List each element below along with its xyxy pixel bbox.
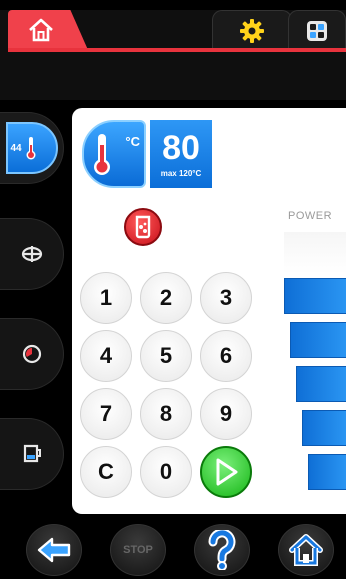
key-7[interactable]: 7: [80, 388, 132, 440]
power-level-bar: [296, 366, 346, 402]
stop-label: STOP: [123, 544, 153, 556]
key-2[interactable]: 2: [140, 272, 192, 324]
gear-icon: [240, 18, 264, 43]
settings-tab[interactable]: [212, 10, 292, 50]
back-arrow-icon: [37, 537, 71, 563]
thermometer-icon: [26, 137, 36, 160]
key-5[interactable]: 5: [140, 330, 192, 382]
play-icon: [216, 458, 238, 486]
cup-icon: [23, 444, 41, 463]
key-3[interactable]: 3: [200, 272, 252, 324]
start-button[interactable]: [200, 446, 252, 498]
apps-grid-icon: [307, 20, 327, 41]
stop-button[interactable]: STOP: [110, 524, 166, 576]
power-level-bar: [290, 322, 346, 358]
key-0[interactable]: 0: [140, 446, 192, 498]
heater-button[interactable]: [124, 208, 162, 246]
key-6[interactable]: 6: [200, 330, 252, 382]
sidebar-item-timer[interactable]: [0, 318, 64, 390]
key-clear[interactable]: C: [80, 446, 132, 498]
help-icon: [208, 530, 236, 570]
main-panel: °C 80 max 120°C 1 2 3 4 5 6 7 8 9 C 0 PO…: [72, 108, 346, 514]
help-button[interactable]: [194, 524, 250, 576]
power-level-bar: [308, 454, 346, 490]
key-4[interactable]: 4: [80, 330, 132, 382]
sidebar-item-container[interactable]: [0, 418, 64, 490]
temperature-mode-button[interactable]: °C: [82, 120, 146, 188]
home-tab[interactable]: [8, 10, 88, 50]
home-button[interactable]: [278, 524, 334, 576]
key-1[interactable]: 1: [80, 272, 132, 324]
heater-vessel-icon: [135, 215, 151, 239]
back-button[interactable]: [26, 524, 82, 576]
top-bar: [0, 0, 346, 100]
home-icon: [29, 18, 53, 42]
apps-tab[interactable]: [288, 10, 346, 50]
power-label: POWER: [288, 210, 333, 222]
sidebar-item-temperature[interactable]: 44: [0, 112, 64, 184]
key-8[interactable]: 8: [140, 388, 192, 440]
setpoint-max-label: max 120°C: [160, 168, 202, 178]
home-icon: [289, 534, 323, 566]
power-level-bar: [302, 410, 346, 446]
temperature-pill: 44: [5, 122, 58, 174]
power-level-bar: [284, 278, 346, 314]
temperature-setpoint-display[interactable]: 80 max 120°C: [150, 120, 212, 188]
sidebar-item-stirrer[interactable]: [0, 218, 64, 290]
timer-icon: [22, 344, 41, 364]
thermometer-icon: [94, 134, 110, 175]
temperature-unit: °C: [125, 134, 140, 149]
power-level-empty: [284, 232, 346, 274]
bottom-bar: STOP: [0, 514, 346, 579]
stirrer-icon: [21, 246, 42, 262]
setpoint-value: 80: [162, 128, 200, 167]
key-9[interactable]: 9: [200, 388, 252, 440]
current-temperature-value: 44: [10, 142, 22, 154]
